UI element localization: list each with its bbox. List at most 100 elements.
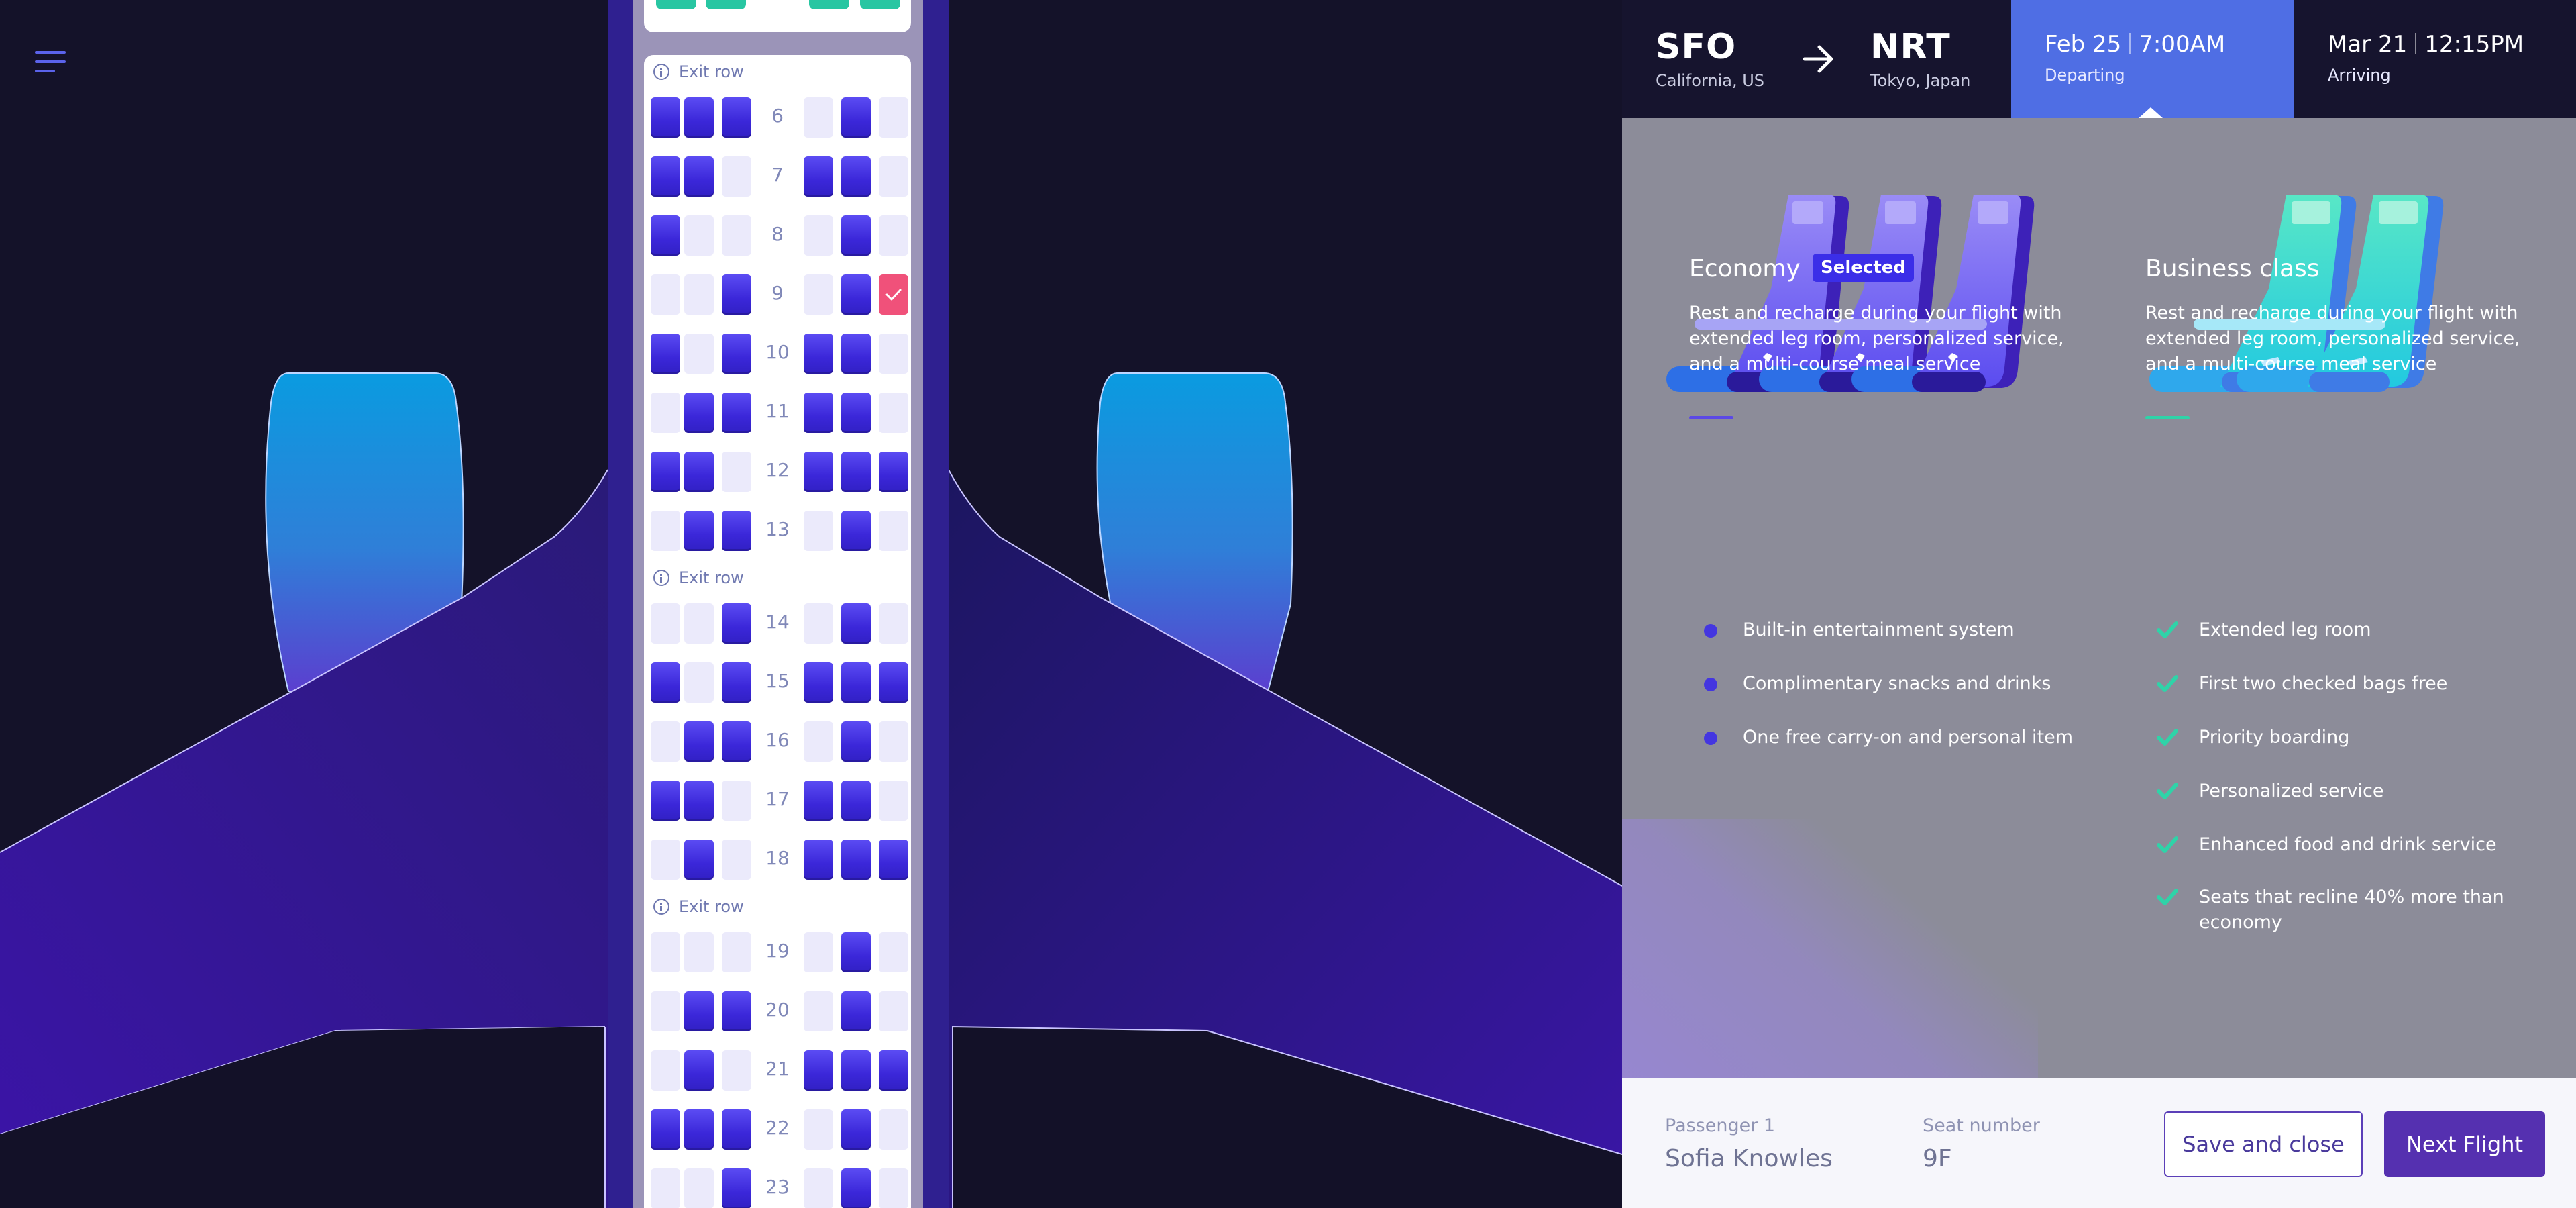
seat[interactable]: [804, 393, 833, 433]
seat[interactable]: [841, 156, 871, 197]
seat[interactable]: [879, 1050, 908, 1091]
seat[interactable]: [804, 840, 833, 880]
seat[interactable]: [651, 603, 680, 644]
seat[interactable]: [684, 840, 714, 880]
seat[interactable]: [651, 452, 680, 492]
seat[interactable]: [841, 97, 871, 138]
seat[interactable]: [684, 721, 714, 762]
seat[interactable]: [841, 511, 871, 551]
seat[interactable]: [722, 274, 751, 315]
seat[interactable]: [722, 452, 751, 492]
seat[interactable]: [841, 274, 871, 315]
seat[interactable]: [841, 991, 871, 1031]
departing-tab[interactable]: Feb 25 7:00AM Departing: [2011, 0, 2294, 118]
seat[interactable]: [879, 452, 908, 492]
seat[interactable]: [841, 721, 871, 762]
seat[interactable]: [879, 721, 908, 762]
seat[interactable]: [651, 274, 680, 315]
seat[interactable]: [722, 840, 751, 880]
seat[interactable]: [841, 603, 871, 644]
seat[interactable]: [804, 215, 833, 256]
seat[interactable]: [879, 97, 908, 138]
seat[interactable]: [651, 215, 680, 256]
seat[interactable]: [651, 991, 680, 1031]
seat[interactable]: [879, 1109, 908, 1150]
seat[interactable]: [684, 97, 714, 138]
seat[interactable]: [841, 1109, 871, 1150]
seat[interactable]: [879, 662, 908, 703]
seat[interactable]: [804, 511, 833, 551]
seat[interactable]: [651, 781, 680, 821]
seat[interactable]: [684, 1050, 714, 1091]
seat[interactable]: [684, 393, 714, 433]
seat[interactable]: [860, 0, 900, 9]
seat[interactable]: [809, 0, 849, 9]
seat[interactable]: [804, 721, 833, 762]
seat[interactable]: [804, 452, 833, 492]
seat[interactable]: [651, 393, 680, 433]
seat[interactable]: [651, 97, 680, 138]
seat[interactable]: [651, 1050, 680, 1091]
selected-seat[interactable]: [879, 274, 908, 315]
seat[interactable]: [804, 1168, 833, 1208]
seat[interactable]: [651, 1168, 680, 1208]
seat[interactable]: [684, 1109, 714, 1150]
seat[interactable]: [651, 662, 680, 703]
seat[interactable]: [841, 781, 871, 821]
seat[interactable]: [841, 662, 871, 703]
seat[interactable]: [684, 662, 714, 703]
seat[interactable]: [722, 991, 751, 1031]
seat[interactable]: [684, 932, 714, 972]
seat[interactable]: [804, 603, 833, 644]
seat[interactable]: [722, 1050, 751, 1091]
seat[interactable]: [804, 274, 833, 315]
seat[interactable]: [804, 156, 833, 197]
save-and-close-button[interactable]: Save and close: [2164, 1111, 2363, 1177]
seat[interactable]: [684, 274, 714, 315]
seat[interactable]: [684, 781, 714, 821]
seat[interactable]: [841, 840, 871, 880]
seat[interactable]: [804, 991, 833, 1031]
seat[interactable]: [804, 334, 833, 374]
seat[interactable]: [804, 662, 833, 703]
seat[interactable]: [684, 334, 714, 374]
seat[interactable]: [879, 781, 908, 821]
seat[interactable]: [722, 334, 751, 374]
seat[interactable]: [841, 215, 871, 256]
seat[interactable]: [684, 452, 714, 492]
seat[interactable]: [651, 511, 680, 551]
seat[interactable]: [722, 156, 751, 197]
seat[interactable]: [722, 393, 751, 433]
seat[interactable]: [651, 932, 680, 972]
seat[interactable]: [879, 215, 908, 256]
menu-button[interactable]: [35, 51, 68, 75]
seat[interactable]: [651, 840, 680, 880]
seat[interactable]: [722, 662, 751, 703]
next-flight-button[interactable]: Next Flight: [2384, 1111, 2545, 1177]
seat[interactable]: [722, 721, 751, 762]
seat[interactable]: [879, 840, 908, 880]
seat[interactable]: [722, 1168, 751, 1208]
seat[interactable]: [804, 97, 833, 138]
seat[interactable]: [879, 393, 908, 433]
seat[interactable]: [722, 215, 751, 256]
seat[interactable]: [841, 334, 871, 374]
seat[interactable]: [722, 1109, 751, 1150]
seat[interactable]: [841, 452, 871, 492]
seat[interactable]: [841, 932, 871, 972]
arriving-tab[interactable]: Mar 21 12:15PM Arriving: [2294, 0, 2576, 118]
seat[interactable]: [879, 1168, 908, 1208]
seat[interactable]: [841, 1050, 871, 1091]
seat[interactable]: [656, 0, 696, 9]
seat[interactable]: [722, 511, 751, 551]
seat[interactable]: [879, 603, 908, 644]
seat[interactable]: [804, 1050, 833, 1091]
seat[interactable]: [684, 215, 714, 256]
seat[interactable]: [651, 1109, 680, 1150]
seat[interactable]: [722, 603, 751, 644]
seat[interactable]: [684, 991, 714, 1031]
seat[interactable]: [706, 0, 746, 9]
seat[interactable]: [879, 334, 908, 374]
seat[interactable]: [804, 1109, 833, 1150]
seat[interactable]: [684, 1168, 714, 1208]
